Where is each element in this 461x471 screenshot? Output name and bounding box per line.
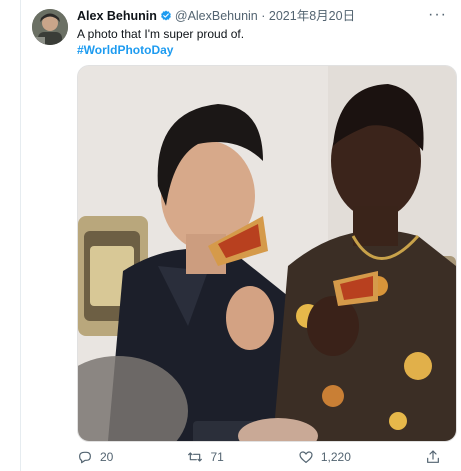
reply-icon: [79, 451, 91, 464]
tweet-photo[interactable]: [77, 65, 457, 442]
more-options-icon[interactable]: ···: [428, 6, 447, 24]
like-count: 1,220: [320, 450, 351, 464]
share-icon: [427, 450, 439, 463]
avatar-image: [32, 9, 68, 45]
separator: ·: [261, 9, 266, 23]
handle[interactable]: @AlexBehunin: [175, 9, 258, 23]
timeline-border: [20, 0, 21, 471]
photo-content: [78, 66, 456, 441]
tweet-actions: 20 71 1,220: [77, 449, 441, 465]
hashtag-link[interactable]: #WorldPhotoDay: [77, 42, 441, 58]
tweet-header: Alex Behunin @AlexBehunin · 2021年8月20日: [77, 8, 433, 24]
like-heart-icon: [299, 451, 313, 463]
retweet-icon: [188, 452, 203, 462]
retweet-button[interactable]: 71: [187, 449, 224, 465]
like-button[interactable]: 1,220: [298, 449, 351, 465]
reply-count: 20: [100, 450, 114, 464]
tweet-text: A photo that I'm super proud of. #WorldP…: [77, 26, 441, 58]
reply-button[interactable]: 20: [77, 449, 113, 465]
display-name[interactable]: Alex Behunin: [77, 9, 157, 23]
verified-badge-icon: [160, 10, 172, 22]
tweet-body: A photo that I'm super proud of.: [77, 27, 245, 41]
timestamp[interactable]: 2021年8月20日: [269, 9, 355, 23]
avatar[interactable]: [32, 9, 68, 45]
retweet-count: 71: [210, 450, 224, 464]
share-button[interactable]: [425, 449, 441, 465]
